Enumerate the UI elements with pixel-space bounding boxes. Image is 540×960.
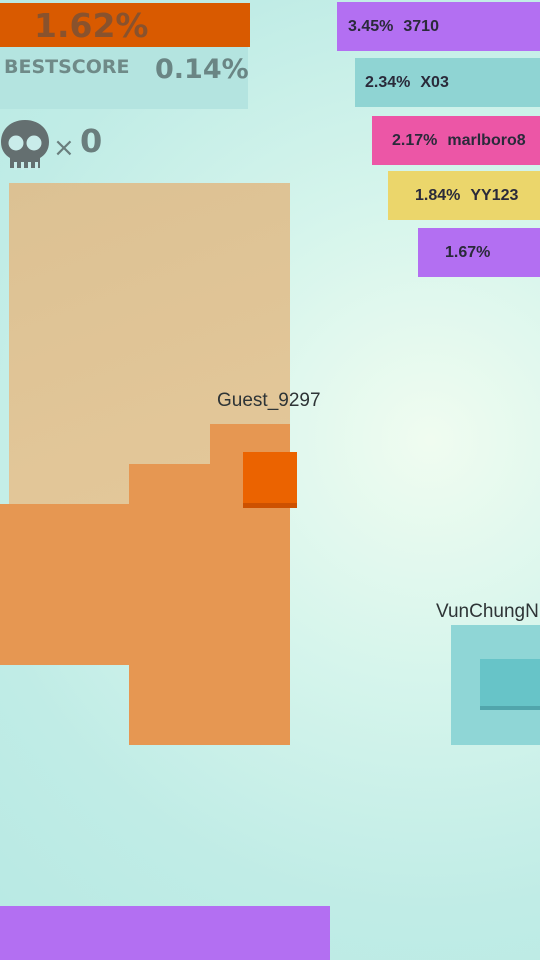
leaderboard-name: X03 xyxy=(420,73,449,91)
leaderboard-percent: 3.45% xyxy=(348,17,394,35)
leaderboard-row: 1.84% YY123 xyxy=(388,171,540,220)
leaderboard-row: 2.34% X03 xyxy=(355,58,540,107)
leaderboard-percent: 1.67% xyxy=(445,243,491,261)
leaderboard-row: 1.67% xyxy=(418,228,540,277)
player-head xyxy=(243,452,297,508)
skull-icon xyxy=(0,118,50,170)
kills-count: 0 xyxy=(80,122,103,160)
player-name-label: Guest_9297 xyxy=(217,390,321,411)
enemy-name-label: VunChungN xyxy=(436,601,539,622)
leaderboard-percent: 2.17% xyxy=(392,131,438,149)
best-score-value: 0.14% xyxy=(155,54,249,85)
enemy-territory-bottom xyxy=(0,906,330,960)
leaderboard-percent: 2.34% xyxy=(365,73,411,91)
leaderboard-name: marlboro8 xyxy=(447,131,526,149)
leaderboard-name: 3710 xyxy=(403,17,439,35)
leaderboard-row: 2.17% marlboro8 xyxy=(372,116,540,165)
enemy-head xyxy=(480,659,540,710)
best-score-label: BESTSCORE xyxy=(4,56,130,78)
player-territory xyxy=(0,504,290,665)
kills-multiplier: × xyxy=(53,133,75,163)
player-territory xyxy=(129,664,290,745)
leaderboard-percent: 1.84% xyxy=(415,186,461,204)
score-percent: 1.62% xyxy=(34,6,149,45)
leaderboard-row: 3.45% 3710 xyxy=(337,2,540,51)
leaderboard-name: YY123 xyxy=(470,186,519,204)
